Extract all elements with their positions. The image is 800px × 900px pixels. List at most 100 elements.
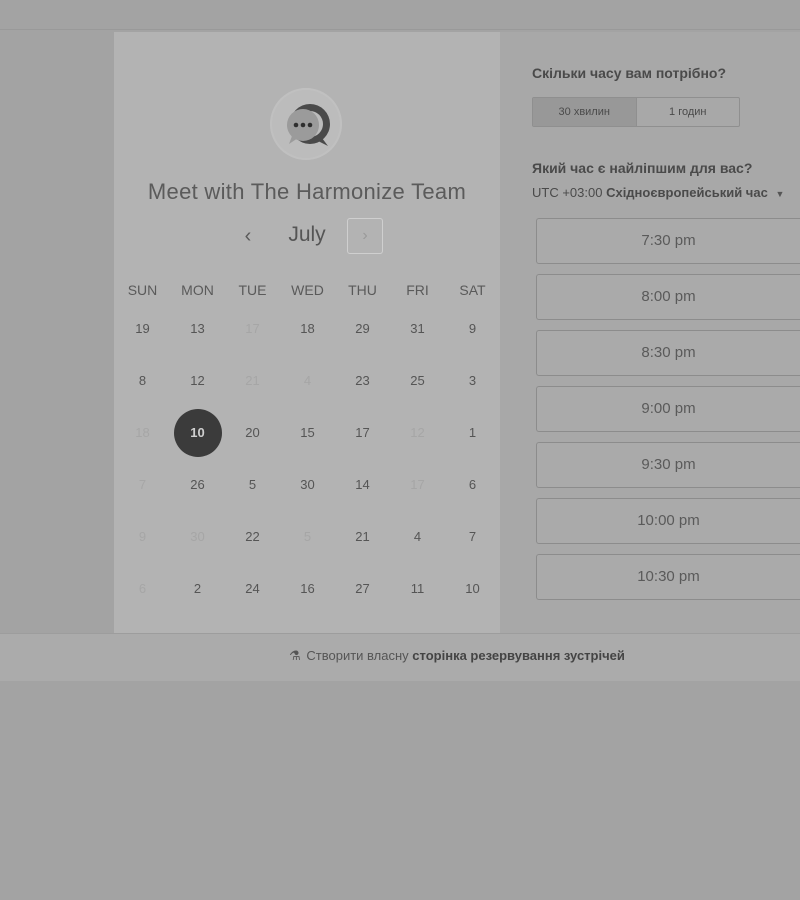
calendar-day-number: 31 [410, 321, 425, 336]
calendar-day[interactable]: 21 [335, 522, 390, 574]
calendar-day-number: 17 [410, 477, 425, 492]
calendar-day[interactable]: 8 [115, 366, 170, 418]
calendar-day-number: 21 [245, 373, 260, 388]
calendar-day[interactable]: 26 [170, 470, 225, 522]
calendar-day[interactable]: 15 [280, 418, 335, 470]
calendar-day[interactable]: 11 [390, 574, 445, 626]
calendar-day-number: 6 [138, 581, 147, 596]
chat-bubble-avatar-icon [270, 88, 342, 160]
timezone-offset: UTC +03:00 [532, 185, 603, 200]
calendar-day[interactable]: 16 [280, 574, 335, 626]
duration-question: Скільки часу вам потрібно? [532, 65, 727, 81]
calendar-day-number: 9 [468, 321, 477, 336]
calendar-day: 17 [390, 470, 445, 522]
footer-prefix: Створити власну [306, 648, 409, 663]
calendar-day-number: 10 [465, 581, 480, 596]
calendar-day-number: 21 [355, 529, 370, 544]
chevron-right-icon: › [362, 227, 368, 244]
calendar-day-number: 4 [413, 529, 422, 544]
calendar-day-number: 5 [303, 529, 312, 544]
calendar-day: 12 [390, 418, 445, 470]
calendar-day: 21 [225, 366, 280, 418]
calendar-day[interactable]: 29 [335, 314, 390, 366]
next-month-button[interactable]: › [347, 218, 383, 254]
calendar-day-number: 3 [468, 373, 477, 388]
calendar-day-number: 24 [245, 581, 260, 596]
calendar-day[interactable]: 2 [170, 574, 225, 626]
calendar-day-selected[interactable]: 10 [170, 409, 225, 470]
calendar-day-number: 13 [190, 321, 205, 336]
calendar-day[interactable]: 5 [225, 470, 280, 522]
calendar-day[interactable]: 10 [445, 574, 500, 626]
timezone-name: Східноєвропейський час [606, 185, 768, 200]
calendar-day[interactable]: 4 [390, 522, 445, 574]
month-label: July [288, 223, 326, 246]
calendar-day-number: 18 [300, 321, 315, 336]
calendar-day-number: 12 [410, 425, 425, 440]
calendar-day: 4 [280, 366, 335, 418]
time-slot-button[interactable]: 10:30 pm [536, 554, 800, 600]
time-slot-button[interactable]: 10:00 pm [536, 498, 800, 544]
calendar-day-number: 18 [135, 425, 150, 440]
calendar-day[interactable]: 14 [335, 470, 390, 522]
weekday-label: MON [181, 282, 214, 298]
calendar-day-number: 17 [355, 425, 370, 440]
time-selection-panel: Скільки часу вам потрібно? 30 хвилин 1 г… [500, 32, 800, 633]
time-slot-button[interactable]: 9:00 pm [536, 386, 800, 432]
duration-30-min-button[interactable]: 30 хвилин [533, 98, 637, 126]
calendar-day[interactable]: 27 [335, 574, 390, 626]
calendar-day: 7 [115, 470, 170, 522]
calendar-day-number: 27 [355, 581, 370, 596]
calendar-day[interactable]: 22 [225, 522, 280, 574]
calendar-day[interactable]: 13 [170, 314, 225, 366]
weekday-label: WED [291, 282, 324, 298]
calendar-week-row: 9 30 22 5 21 4 7 [115, 522, 500, 574]
calendar-day[interactable]: 6 [445, 470, 500, 522]
calendar-day[interactable]: 23 [335, 366, 390, 418]
calendar-day[interactable]: 20 [225, 418, 280, 470]
calendar-day[interactable]: 18 [280, 314, 335, 366]
calendar-day: 9 [115, 522, 170, 574]
time-slot-button[interactable]: 8:30 pm [536, 330, 800, 376]
time-slot-list: 7:30 pm 8:00 pm 8:30 pm 9:00 pm 9:30 pm 10:00… [536, 218, 800, 610]
calendar-panel: Meet with The Harmonize Team ‹ July › SU… [114, 32, 500, 633]
calendar-day-number: 11 [410, 581, 425, 596]
weekday-label: FRI [406, 282, 429, 298]
calendar-week-row: 19 13 17 18 29 31 9 [115, 314, 500, 366]
calendar-day[interactable]: 30 [280, 470, 335, 522]
calendar-day[interactable]: 19 [115, 314, 170, 366]
calendar-day-number: 26 [190, 477, 205, 492]
calendar-day[interactable]: 25 [390, 366, 445, 418]
calendar-day-number: 6 [468, 477, 477, 492]
calendar-week-row: 7 26 5 30 14 17 6 [115, 470, 500, 522]
calendar-day-number: 23 [355, 373, 370, 388]
calendar-day-number: 22 [245, 529, 260, 544]
weekday-label: THU [348, 282, 377, 298]
calendar-day[interactable]: 31 [390, 314, 445, 366]
time-slot-button[interactable]: 8:00 pm [536, 274, 800, 320]
time-slot-button[interactable]: 9:30 pm [536, 442, 800, 488]
calendar-day: 30 [170, 522, 225, 574]
calendar-day-number: 30 [300, 477, 315, 492]
footer-bold-text: сторінка резервування зустрічей [412, 648, 625, 663]
calendar-day[interactable]: 17 [335, 418, 390, 470]
calendar-day-number: 29 [355, 321, 370, 336]
calendar-day-number: 15 [300, 425, 315, 440]
calendar-day-number: 10 [173, 409, 222, 457]
top-divider [0, 29, 800, 30]
time-slot-button[interactable]: 7:30 pm [536, 218, 800, 264]
prev-month-button[interactable]: ‹ [238, 223, 258, 249]
duration-1-hour-button[interactable]: 1 годин [637, 98, 740, 126]
calendar-day[interactable]: 7 [445, 522, 500, 574]
calendar-day[interactable]: 1 [445, 418, 500, 470]
weekday-header-row: SUN MON TUE WED THU FRI SAT [115, 276, 500, 314]
calendar-day[interactable]: 24 [225, 574, 280, 626]
calendar-day: 17 [225, 314, 280, 366]
calendar-day-number: 1 [468, 425, 477, 440]
calendar-day-number: 19 [135, 321, 150, 336]
calendar-day[interactable]: 3 [445, 366, 500, 418]
calendar-day[interactable]: 9 [445, 314, 500, 366]
create-booking-page-link[interactable]: ⚗ Створити власну сторінка резервування … [114, 633, 800, 680]
timezone-dropdown[interactable]: UTC +03:00 Східноєвропейський час ▼ [532, 185, 784, 200]
calendar-week-row: 18 10 20 15 17 12 1 [115, 409, 500, 470]
